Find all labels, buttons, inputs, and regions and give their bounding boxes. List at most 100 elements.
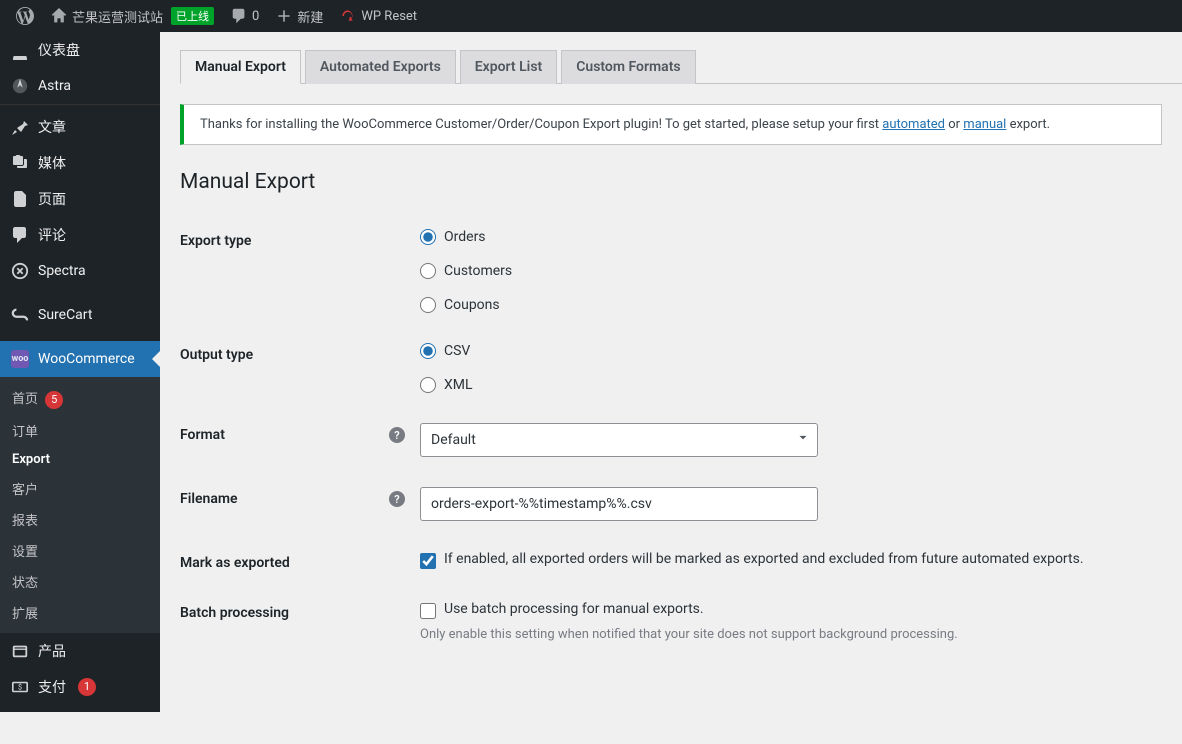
payments-badge: 1: [78, 678, 96, 696]
admin-bar-site[interactable]: 芒果运营测试站 已上线: [42, 0, 222, 32]
sidebar-item-analytics[interactable]: 分析: [0, 705, 160, 713]
surecart-icon: [10, 305, 30, 325]
batch-help-text: Only enable this setting when notified t…: [420, 627, 1180, 642]
mark-exported-label: Mark as exported: [180, 551, 420, 571]
notice-link-automated[interactable]: automated: [882, 117, 945, 132]
sidebar-subitem-reports[interactable]: 报表: [0, 504, 160, 535]
sidebar-subitem-extensions[interactable]: 扩展: [0, 597, 160, 628]
admin-bar-wp-reset[interactable]: WP Reset: [331, 0, 425, 32]
admin-bar-new[interactable]: 新建: [267, 0, 331, 32]
refresh-icon: [339, 7, 357, 25]
sidebar-label: Astra: [38, 78, 71, 94]
sidebar-label: 支付: [38, 677, 66, 697]
batch-checkbox[interactable]: [420, 603, 436, 619]
sidebar-subitem-settings[interactable]: 设置: [0, 535, 160, 566]
sidebar-item-products[interactable]: 产品: [0, 633, 160, 669]
output-type-xml-radio[interactable]: [420, 377, 436, 393]
spectra-icon: [10, 261, 30, 281]
export-type-orders[interactable]: Orders: [420, 229, 1180, 245]
notice-link-manual[interactable]: manual: [963, 117, 1006, 132]
wp-reset-label: WP Reset: [361, 9, 417, 24]
filename-label: Filename: [180, 491, 238, 507]
site-name: 芒果运营测试站: [72, 7, 163, 26]
sidebar-item-posts[interactable]: 文章: [0, 109, 160, 145]
site-status-badge: 已上线: [171, 7, 214, 25]
sidebar-subitem-export[interactable]: Export: [0, 446, 160, 473]
output-type-csv-radio[interactable]: [420, 343, 436, 359]
comments-icon: [230, 7, 248, 25]
comment-icon: [10, 225, 30, 245]
output-type-csv[interactable]: CSV: [420, 343, 1180, 359]
page-icon: [10, 189, 30, 209]
sidebar-item-pages[interactable]: 页面: [0, 181, 160, 217]
tab-custom-formats[interactable]: Custom Formats: [561, 50, 695, 84]
export-type-coupons-radio[interactable]: [420, 297, 436, 313]
sidebar-label: 仪表盘: [38, 40, 80, 60]
sidebar-label: WooCommerce: [38, 351, 135, 367]
filename-input[interactable]: [420, 487, 818, 521]
wordpress-logo-icon: [16, 7, 34, 25]
admin-bar-wp-logo[interactable]: [8, 0, 42, 32]
notice-text: Thanks for installing the WooCommerce Cu…: [200, 117, 882, 132]
sidebar-subitem-orders[interactable]: 订单: [0, 415, 160, 446]
sidebar-item-spectra[interactable]: Spectra: [0, 253, 160, 289]
setup-notice: Thanks for installing the WooCommerce Cu…: [180, 104, 1162, 145]
pin-icon: [10, 117, 30, 137]
sidebar-item-woocommerce[interactable]: woo WooCommerce: [0, 341, 160, 377]
sidebar-label: 产品: [38, 641, 66, 661]
dashboard-icon: [10, 40, 30, 60]
output-type-xml[interactable]: XML: [420, 377, 1180, 393]
main-content: Manual Export Automated Exports Export L…: [160, 32, 1182, 657]
format-help-icon[interactable]: ?: [389, 427, 405, 443]
output-type-label: Output type: [180, 343, 420, 363]
payments-icon: $: [10, 677, 30, 697]
export-type-customers[interactable]: Customers: [420, 263, 1180, 279]
sidebar-subitem-status[interactable]: 状态: [0, 566, 160, 597]
batch-text: Use batch processing for manual exports.: [444, 601, 704, 617]
page-title: Manual Export: [180, 170, 1182, 194]
mark-exported-checkbox[interactable]: [420, 553, 436, 569]
admin-sidemenu: 仪表盘 Astra 文章 媒体 页面 评论 Spectra SureCart w…: [0, 32, 160, 712]
sidebar-item-astra[interactable]: Astra: [0, 68, 160, 104]
tab-automated-exports[interactable]: Automated Exports: [305, 50, 456, 84]
admin-bar-comments[interactable]: 0: [222, 0, 267, 32]
export-type-label: Export type: [180, 229, 420, 249]
mark-exported-checkbox-label[interactable]: If enabled, all exported orders will be …: [420, 551, 1180, 569]
svg-text:$: $: [18, 682, 22, 691]
sidebar-subitem-home[interactable]: 首页 5: [0, 382, 160, 415]
export-type-coupons[interactable]: Coupons: [420, 297, 1180, 313]
sidebar-item-dashboard[interactable]: 仪表盘: [0, 32, 160, 68]
sidebar-item-media[interactable]: 媒体: [0, 145, 160, 181]
sidebar-label: 页面: [38, 189, 66, 209]
export-form: Export type Orders Customers Coupons Out…: [180, 214, 1180, 657]
media-icon: [10, 153, 30, 173]
format-select[interactable]: Default: [420, 423, 818, 457]
batch-checkbox-label[interactable]: Use batch processing for manual exports.: [420, 601, 1180, 619]
sidebar-subitem-customers[interactable]: 客户: [0, 473, 160, 504]
sidebar-label: 文章: [38, 117, 66, 137]
admin-bar: 芒果运营测试站 已上线 0 新建 WP Reset: [0, 0, 1182, 32]
plus-icon: [275, 7, 293, 25]
home-icon: [50, 7, 68, 25]
tab-manual-export[interactable]: Manual Export: [180, 50, 301, 84]
filename-help-icon[interactable]: ?: [389, 491, 405, 507]
tab-export-list[interactable]: Export List: [460, 50, 557, 84]
batch-label: Batch processing: [180, 601, 420, 621]
sidebar-item-surecart[interactable]: SureCart: [0, 297, 160, 333]
mark-exported-text: If enabled, all exported orders will be …: [444, 551, 1084, 567]
export-type-orders-radio[interactable]: [420, 229, 436, 245]
sidebar-label: 媒体: [38, 153, 66, 173]
woocommerce-icon: woo: [10, 349, 30, 369]
new-label: 新建: [297, 7, 323, 26]
sidebar-item-comments[interactable]: 评论: [0, 217, 160, 253]
products-icon: [10, 641, 30, 661]
sidebar-submenu: 首页 5 订单 Export 客户 报表 设置 状态 扩展: [0, 377, 160, 633]
comments-count: 0: [252, 9, 259, 24]
export-type-customers-radio[interactable]: [420, 263, 436, 279]
sub-home-badge: 5: [45, 391, 63, 409]
astra-icon: [10, 76, 30, 96]
sidebar-label: SureCart: [38, 307, 92, 323]
format-label: Format: [180, 427, 225, 443]
sidebar-item-payments[interactable]: $ 支付 1: [0, 669, 160, 705]
sidebar-label: Spectra: [38, 263, 86, 279]
